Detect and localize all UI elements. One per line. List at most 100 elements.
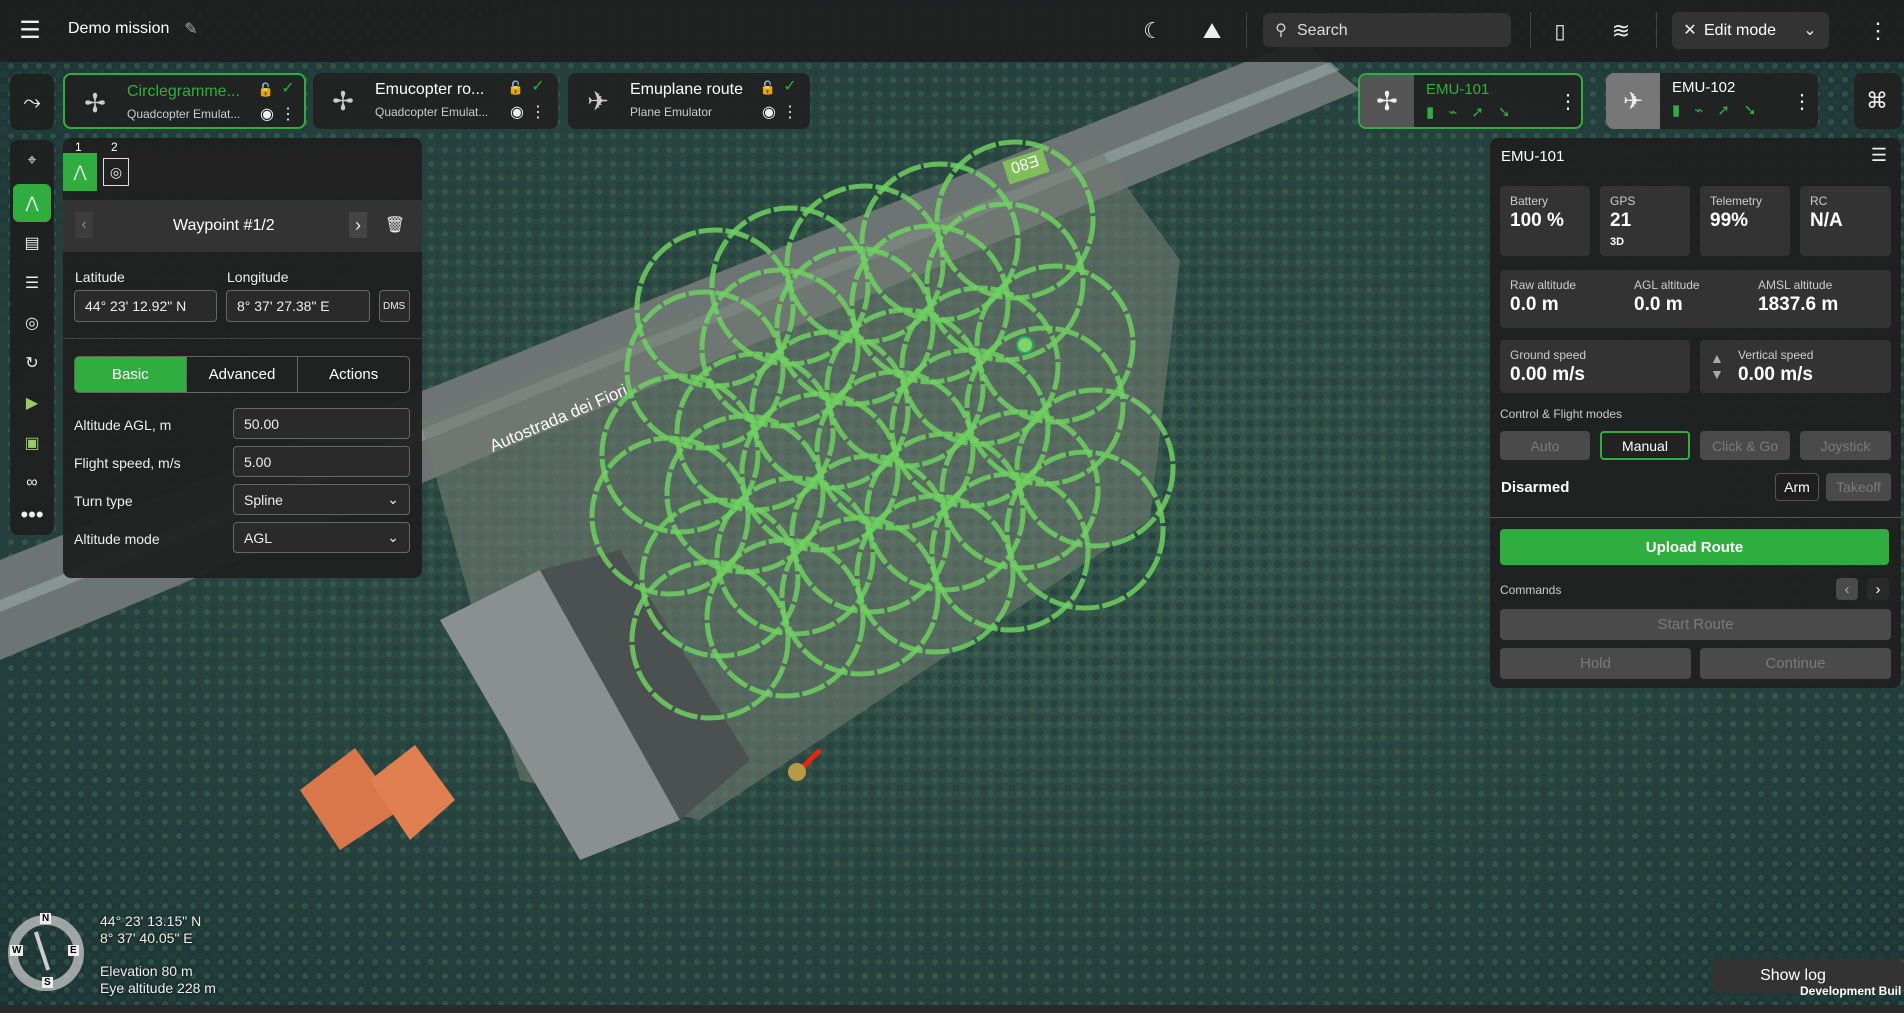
mode-auto-button[interactable]: Auto (1500, 431, 1590, 460)
route-segment-icon[interactable]: ⋀ (63, 153, 97, 191)
quadcopter-thumbnail: ✢ (1360, 75, 1414, 127)
cursor-lat: 44° 23' 13.15" N (100, 913, 202, 929)
route-card[interactable]: ✢ Circlegramme... Quadcopter Emulat... 🔓… (63, 73, 306, 129)
status-icons: ▮⌁➚➘ (1672, 102, 1771, 119)
turn-type-select[interactable]: Spline ⌄ (233, 484, 410, 515)
altitude-mode-select[interactable]: AGL ⌄ (233, 522, 410, 553)
add-vehicle-button[interactable]: ⌘ (1854, 73, 1902, 129)
route-card[interactable]: ✈ Emuplane route Plane Emulator 🔓 ✓ ◉ ⋮ (568, 73, 810, 129)
telemetry-tile: Telemetry 99% (1700, 186, 1790, 256)
search-input[interactable]: ⚲ Search (1263, 13, 1511, 47)
eye-icon[interactable]: ◉ (760, 103, 778, 121)
circlegramme-icon[interactable]: ◎ (17, 308, 47, 338)
waypoint-panel: 1 2 ⋀ ◎ ‹ Waypoint #1/2 › 🗑 Latitude Lon… (63, 138, 422, 578)
menu-icon[interactable]: ☰ (16, 16, 44, 44)
mission-title: Demo mission (68, 20, 170, 37)
eye-altitude: Eye altitude 228 m (100, 980, 216, 996)
takeoff-button[interactable]: Takeoff (1826, 473, 1891, 501)
lock-icon[interactable]: 🔓 (760, 79, 776, 97)
tab-basic[interactable]: Basic (75, 357, 186, 392)
check-icon: ✓ (783, 78, 797, 95)
add-route-button[interactable]: ⤳ (10, 74, 54, 130)
quadcopter-icon: ✢ (332, 85, 354, 116)
search-icon: ⚲ (1275, 22, 1287, 39)
battery-tile: Battery 100 % (1500, 186, 1590, 256)
prev-waypoint-button[interactable]: ‹ (75, 212, 93, 238)
vehicle-panel: EMU-101 ☰ Battery 100 % GPS 21 3D Telemetry… (1490, 138, 1901, 688)
tab-actions[interactable]: Actions (297, 357, 409, 392)
more-tools-icon[interactable]: ••• (17, 500, 47, 530)
more-vert-icon[interactable]: ⋮ (280, 103, 296, 125)
layers-icon[interactable]: ≋ (1606, 16, 1636, 46)
eye-icon[interactable]: ◉ (508, 103, 526, 121)
lock-icon[interactable]: 🔓 (258, 81, 274, 99)
add-vehicle-icon: ⌘ (1866, 88, 1888, 113)
perimeter-icon[interactable]: ▣ (17, 428, 47, 458)
edit-pencil-icon[interactable]: ✎ (180, 18, 202, 40)
list-icon[interactable]: ☰ (1868, 144, 1890, 166)
gps-tile: GPS 21 3D (1600, 186, 1690, 256)
waypoint-tool-icon[interactable]: ⌖ (17, 146, 47, 176)
delete-icon[interactable]: 🗑 (385, 212, 405, 238)
commands-next-button[interactable]: › (1867, 578, 1889, 600)
photo-plan-icon[interactable]: ▤ (17, 228, 47, 258)
more-vert-icon[interactable]: ⋮ (1792, 87, 1812, 115)
longitude-input[interactable]: 8° 37' 27.38" E (226, 290, 370, 322)
segment-tab-2[interactable]: 2 (111, 140, 118, 154)
more-vert-icon[interactable]: ⋮ (530, 101, 546, 123)
mode-dropdown[interactable]: ✕ Edit mode ⌄ (1672, 12, 1829, 49)
tool-sidebar: ⌖ ⋀ ▤ ☰ ◎ ↻ ▶ ▣ ∞ ••• (10, 140, 54, 535)
status-icons: ▮⌁➚➘ (1426, 104, 1525, 121)
compass[interactable]: N E S W (8, 913, 84, 991)
altitude-input[interactable]: 50.00 (233, 408, 410, 439)
night-mode-icon[interactable]: ☾ (1138, 16, 1168, 46)
compass-needle-icon (33, 931, 51, 971)
hold-button[interactable]: Hold (1500, 648, 1691, 679)
facade-icon[interactable]: ▶ (17, 388, 47, 418)
route-card[interactable]: ✢ Emucopter ro... Quadcopter Emulat... 🔓… (313, 73, 558, 129)
quadcopter-icon: ✢ (84, 87, 106, 118)
mode-manual-button[interactable]: Manual (1600, 431, 1690, 460)
more-vert-icon[interactable]: ⋮ (782, 101, 798, 123)
vehicle-card-emu-102[interactable]: ✈ EMU-102 ▮⌁➚➘ ⋮ (1606, 73, 1818, 129)
plane-icon: ✈ (587, 85, 609, 116)
mode-joystick-button[interactable]: Joystick (1800, 431, 1891, 460)
commands-prev-button[interactable]: ‹ (1836, 578, 1858, 600)
orbit-icon[interactable]: ∞ (17, 468, 47, 498)
add-route-icon: ⤳ (23, 89, 41, 114)
route-tool-icon[interactable]: ⋀ (13, 184, 51, 222)
circlegramme-segment-icon[interactable]: ◎ (103, 158, 129, 186)
circle-tool-icon[interactable]: ↻ (17, 348, 47, 378)
more-vert-icon[interactable]: ⋮ (1558, 87, 1578, 115)
cursor-lon: 8° 37' 40.05" E (100, 930, 193, 946)
segment-tab-1[interactable]: 1 (75, 140, 82, 154)
vehicle-card-emu-101[interactable]: ✢ EMU-101 ▮⌁➚➘ ⋮ (1358, 73, 1583, 129)
ground-speed-tile: Ground speed 0.00 m/s (1500, 340, 1690, 393)
speed-input[interactable]: 5.00 (233, 446, 410, 477)
vertical-arrows-icon: ▲ ▼ (1710, 350, 1724, 382)
area-scan-icon[interactable]: ☰ (17, 268, 47, 298)
eye-icon[interactable]: ◉ (258, 105, 276, 123)
more-vert-icon[interactable]: ⋮ (1867, 16, 1889, 46)
coordinate-format-button[interactable]: DMS (379, 290, 410, 322)
terrain-icon[interactable]: ⛰ (1197, 16, 1227, 46)
checklist-icon[interactable]: ▯ (1546, 16, 1574, 46)
latitude-input[interactable]: 44° 23' 12.92" N (74, 290, 217, 322)
start-route-button[interactable]: Start Route (1500, 609, 1891, 640)
upload-route-button[interactable]: Upload Route (1500, 529, 1889, 565)
rc-tile: RC N/A (1800, 186, 1891, 256)
waypoint-marker-1 (788, 763, 806, 781)
mode-click-go-button[interactable]: Click & Go (1700, 431, 1790, 460)
edit-mode-icon: ✕ (1683, 22, 1697, 39)
continue-button[interactable]: Continue (1700, 648, 1891, 679)
chevron-down-icon: ⌄ (387, 529, 399, 545)
next-waypoint-button[interactable]: › (349, 212, 367, 238)
tab-advanced[interactable]: Advanced (185, 357, 298, 392)
waypoint-marker-2 (1016, 336, 1034, 354)
arm-button[interactable]: Arm (1775, 473, 1819, 501)
chevron-down-icon: ⌄ (387, 491, 399, 507)
settings-tabs: Basic Advanced Actions (74, 356, 410, 393)
lock-icon[interactable]: 🔓 (508, 79, 524, 97)
plane-thumbnail: ✈ (1606, 73, 1660, 129)
chevron-down-icon: ⌄ (1803, 22, 1817, 39)
